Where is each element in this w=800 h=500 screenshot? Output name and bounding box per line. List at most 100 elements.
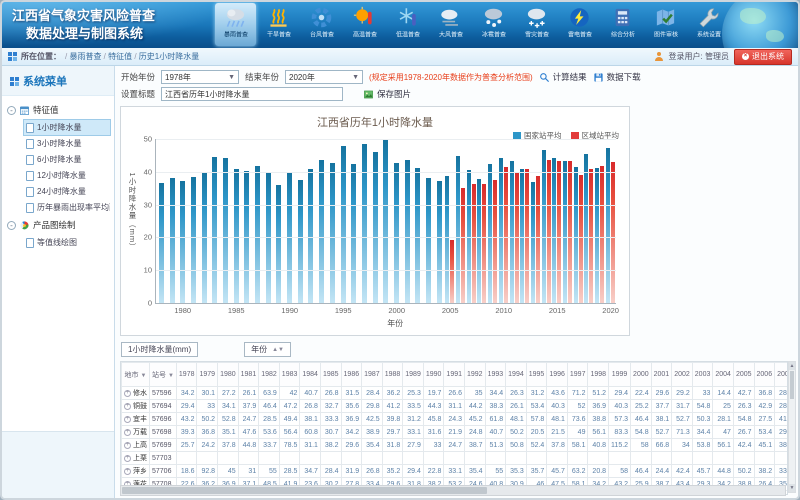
column-header-year-2006[interactable]: 2006 — [754, 363, 775, 387]
column-header-year-1986[interactable]: 1986 — [341, 363, 362, 387]
column-header-year-1994[interactable]: 1994 — [506, 363, 527, 387]
cell-value: 34.7 — [300, 465, 321, 478]
toolbar-item-label: 雪灾普查 — [524, 31, 548, 40]
toolbar-item-4[interactable]: 低温普查 — [387, 3, 428, 46]
column-header-year-1993[interactable]: 1993 — [485, 363, 506, 387]
column-header-year-1988[interactable]: 1988 — [382, 363, 403, 387]
cell-value: 34.2 — [176, 387, 197, 400]
column-header-year-1978[interactable]: 1978 — [176, 363, 197, 387]
sidebar-item-0-3[interactable]: 12小时降水量 — [24, 168, 110, 183]
cell-value: 36.8 — [754, 387, 775, 400]
column-header-year-1987[interactable]: 1987 — [362, 363, 383, 387]
expand-row-icon[interactable]: + — [124, 455, 131, 462]
column-header-year-2003[interactable]: 2003 — [692, 363, 713, 387]
expand-row-icon[interactable]: + — [124, 416, 131, 423]
column-header-year-1998[interactable]: 1998 — [588, 363, 609, 387]
sidebar-item-0-0[interactable]: 1小时降水量 — [24, 120, 110, 135]
breadcrumb-item-0[interactable]: 暴雨普查 — [69, 52, 101, 61]
column-header-year-1984[interactable]: 1984 — [300, 363, 321, 387]
expand-row-icon[interactable]: + — [124, 429, 131, 436]
expand-row-icon[interactable]: + — [124, 390, 131, 397]
toolbar-item-3[interactable]: 高温普查 — [344, 3, 385, 46]
column-header-year-1995[interactable]: 1995 — [526, 363, 547, 387]
cell-value: 49.4 — [279, 413, 300, 426]
chevron-down-icon: ▼ — [228, 74, 235, 81]
breadcrumb-item-1[interactable]: 特征值 — [108, 52, 132, 61]
toolbar-item-0[interactable]: 暴雨普查 — [215, 3, 256, 46]
column-header-year-2004[interactable]: 2004 — [713, 363, 734, 387]
toolbar-item-6[interactable]: 冰雹普查 — [473, 3, 514, 46]
cell-city: +上高 — [122, 439, 150, 452]
calculate-button[interactable]: 计算结果 — [539, 71, 587, 83]
column-header-year-1983[interactable]: 1983 — [279, 363, 300, 387]
sidebar-item-0-2[interactable]: 6小时降水量 — [24, 152, 110, 167]
save-image-button[interactable]: 保存图片 — [363, 88, 411, 100]
column-header-year-1999[interactable]: 1999 — [609, 363, 631, 387]
sidebar-item-1-0[interactable]: 等值线绘图 — [24, 235, 110, 250]
column-header-year-2005[interactable]: 2005 — [733, 363, 754, 387]
horizontal-scrollbar-thumb[interactable] — [122, 487, 487, 494]
palette-icon — [19, 220, 30, 231]
column-header-year-2002[interactable]: 2002 — [672, 363, 693, 387]
column-header-year-1981[interactable]: 1981 — [238, 363, 259, 387]
column-header-station[interactable]: 站号 ▼ — [150, 363, 177, 387]
sidebar-group-1[interactable]: -产品图绘制 — [4, 216, 112, 234]
toolbar-item-label: 系统设置 — [696, 31, 720, 40]
column-header-year-1991[interactable]: 1991 — [444, 363, 465, 387]
column-header-year-1997[interactable]: 1997 — [567, 363, 588, 387]
column-header-year-1989[interactable]: 1989 — [403, 363, 424, 387]
measure-selector[interactable]: 1小时降水量(mm) — [121, 342, 198, 357]
collapse-icon[interactable]: - — [7, 221, 16, 230]
cell-value: 37.7 — [651, 400, 672, 413]
column-header-year-1990[interactable]: 1990 — [423, 363, 444, 387]
toolbar-item-10[interactable]: 图件审核 — [645, 3, 686, 46]
column-header-year-1979[interactable]: 1979 — [197, 363, 218, 387]
cell-value: 31.8 — [382, 439, 403, 452]
sidebar-group-0[interactable]: -特征值 — [4, 101, 112, 119]
vertical-scrollbar-thumb[interactable] — [790, 371, 794, 399]
column-header-year-1992[interactable]: 1992 — [465, 363, 486, 387]
column-header-year-1982[interactable]: 1982 — [259, 363, 280, 387]
expand-row-icon[interactable]: + — [124, 442, 131, 449]
breadcrumb-item-2[interactable]: 历史1小时降水量 — [139, 52, 199, 61]
cell-value: 46.4 — [631, 465, 652, 478]
toolbar-item-11[interactable]: 系统设置 — [688, 3, 729, 46]
download-button[interactable]: 数据下载 — [593, 71, 641, 83]
column-header-year-2001[interactable]: 2001 — [651, 363, 672, 387]
toolbar-item-7[interactable]: 雪灾普查 — [516, 3, 557, 46]
cell-value — [754, 452, 775, 465]
bar-national-2005 — [445, 176, 449, 303]
column-header-year-2007[interactable]: 2007 — [775, 363, 788, 387]
end-year-select[interactable]: 2020年▼ — [285, 70, 363, 84]
sidebar-item-0-5[interactable]: 历年暴雨出现率平均雨量 — [24, 200, 110, 215]
toolbar-item-label: 高温普查 — [352, 31, 376, 40]
start-year-select[interactable]: 1978年▼ — [161, 70, 239, 84]
column-header-year-1980[interactable]: 1980 — [218, 363, 239, 387]
toolbar-item-2[interactable]: 台风普查 — [301, 3, 342, 46]
logout-button[interactable]: × 退出系统 — [734, 49, 792, 65]
column-header-year-2000[interactable]: 2000 — [631, 363, 652, 387]
expand-row-icon[interactable]: + — [124, 403, 131, 410]
sidebar-item-0-1[interactable]: 3小时降水量 — [24, 136, 110, 151]
column-header-city[interactable]: 地市 ▼ — [122, 363, 150, 387]
scroll-down-arrow[interactable]: ▼ — [789, 484, 795, 492]
column-header-year-1985[interactable]: 1985 — [320, 363, 341, 387]
horizontal-scrollbar[interactable] — [120, 485, 786, 496]
toolbar-item-5[interactable]: 大风普查 — [430, 3, 471, 46]
sidebar-item-0-4[interactable]: 24小时降水量 — [24, 184, 110, 199]
year-dimension-selector[interactable]: 年份 ▲▼ — [244, 342, 291, 357]
toolbar-item-8[interactable]: 雷电普查 — [559, 3, 600, 46]
cell-value: 33.1 — [444, 465, 465, 478]
cell-value: 28.5 — [279, 465, 300, 478]
scroll-up-arrow[interactable]: ▲ — [789, 362, 795, 370]
column-header-year-1996[interactable]: 1996 — [547, 363, 568, 387]
toolbar-item-1[interactable]: 干旱普查 — [258, 3, 299, 46]
cell-value: 60.8 — [300, 426, 321, 439]
cell-value: 35.1 — [218, 426, 239, 439]
collapse-icon[interactable]: - — [7, 106, 16, 115]
chart-title-input[interactable] — [161, 87, 343, 101]
bar-regional-2020 — [611, 162, 615, 303]
vertical-scrollbar[interactable]: ▲ ▼ — [788, 361, 796, 493]
expand-row-icon[interactable]: + — [124, 468, 131, 475]
toolbar-item-9[interactable]: 综合分析 — [602, 3, 643, 46]
